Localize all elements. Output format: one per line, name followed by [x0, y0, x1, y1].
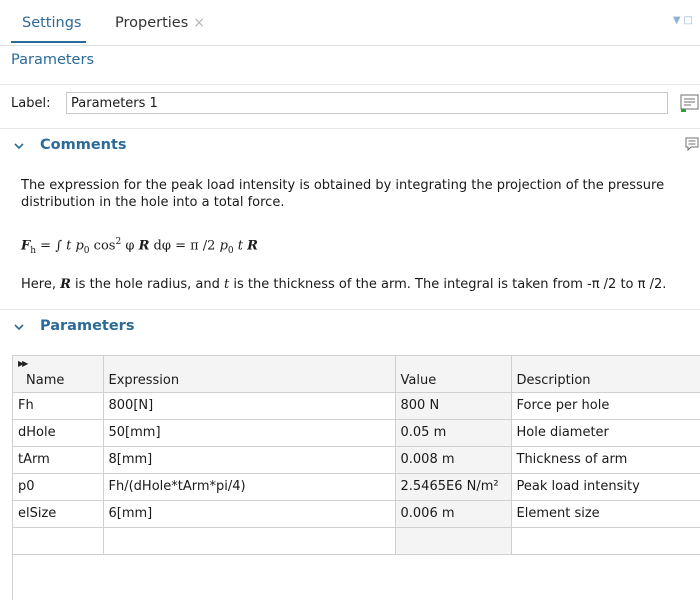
cell-expression[interactable]: 8[mm] [103, 446, 396, 474]
comments-paragraph-2: Here, R is the hole radius, and t is the… [21, 277, 666, 292]
formula-t2: t [233, 238, 248, 254]
cell-value: 2.5465E6 N/m² [395, 473, 512, 501]
cell-expression[interactable]: Fh/(dHole*tArm*pi/4) [103, 473, 396, 501]
cell-name-empty[interactable] [13, 527, 104, 555]
cell-expression-empty[interactable] [103, 527, 396, 555]
table-row[interactable]: dHole 50[mm] 0.05 m Hole diameter [13, 419, 700, 447]
section-divider [0, 309, 700, 310]
cell-description[interactable]: Hole diameter [511, 419, 700, 447]
formula-t: t [66, 238, 72, 254]
table-row[interactable]: p0 Fh/(dHole*tArm*pi/4) 2.5465E6 N/m² Pe… [13, 473, 700, 501]
cell-value: 0.008 m [395, 446, 512, 474]
formula-dphi: dφ = π /2 [149, 238, 220, 254]
label-input[interactable] [66, 92, 668, 114]
column-header-description[interactable]: Description [511, 356, 700, 393]
table-row-empty[interactable] [13, 527, 700, 555]
formula-R: R [138, 238, 150, 254]
cell-description[interactable]: Force per hole [511, 392, 700, 420]
formula-p2: p [219, 238, 228, 254]
comments-header-label: Comments [40, 137, 127, 153]
cell-name[interactable]: dHole [13, 419, 104, 447]
label-row: Label: [0, 84, 700, 129]
section-title: Parameters [11, 52, 94, 68]
cell-name[interactable]: p0 [13, 473, 104, 501]
para2-pre: Here, [21, 277, 61, 292]
formula-R2: R [247, 238, 258, 254]
label-field-label: Label: [11, 96, 51, 111]
formula-phi: φ [121, 238, 139, 254]
cell-value-empty [395, 527, 512, 555]
table-row[interactable]: Fh 800[N] 800 N Force per hole [13, 392, 700, 420]
maximize-icon[interactable]: □ [684, 15, 696, 26]
column-header-expression[interactable]: Expression [103, 356, 396, 393]
cell-description-empty[interactable] [511, 527, 700, 555]
close-icon[interactable]: × [193, 15, 205, 31]
parameters-header-label: Parameters [40, 318, 135, 334]
cell-description[interactable]: Peak load intensity [511, 473, 700, 501]
window-controls[interactable]: ▼□ [673, 15, 696, 26]
formula-cos: cos [89, 238, 116, 254]
cell-value: 0.006 m [395, 500, 512, 528]
expand-arrows-icon[interactable]: ▶▶ [18, 359, 28, 368]
cell-name[interactable]: tArm [13, 446, 104, 474]
active-tab-indicator [11, 41, 86, 43]
para2-post: is the thickness of the arm. The integra… [229, 277, 667, 292]
label-list-icon[interactable] [679, 92, 700, 114]
cell-description[interactable]: Element size [511, 500, 700, 528]
cell-expression[interactable]: 6[mm] [103, 500, 396, 528]
chevron-down-icon[interactable]: ▼ [673, 15, 684, 26]
chevron-down-icon[interactable] [12, 139, 26, 153]
tab-settings[interactable]: Settings [22, 15, 81, 31]
formula-eq1: = ∫ [36, 238, 67, 254]
formula-p: p [75, 238, 84, 254]
tab-bar: Settings Properties × ▼□ [0, 0, 700, 46]
cell-expression[interactable]: 800[N] [103, 392, 396, 420]
column-header-value[interactable]: Value [395, 356, 512, 393]
column-name-label: Name [26, 372, 65, 388]
table-row[interactable]: elSize 6[mm] 0.006 m Element size [13, 500, 700, 528]
cell-value: 0.05 m [395, 419, 512, 447]
tab-properties-label: Properties [115, 15, 189, 31]
para2-mid: is the hole radius, and [70, 277, 225, 292]
cell-name[interactable]: Fh [13, 392, 104, 420]
cell-name[interactable]: elSize [13, 500, 104, 528]
para2-R: R [60, 277, 71, 292]
cell-value: 800 N [395, 392, 512, 420]
comments-paragraph-1: The expression for the peak load intensi… [21, 178, 665, 210]
comments-formula: Fh = ∫ t p0 cos2 φ R dφ = π /2 p0 t R [21, 237, 258, 256]
table-header-row: ▶▶ Name Expression Value Description [13, 356, 700, 393]
parameters-table[interactable]: ▶▶ Name Expression Value Description Fh … [12, 355, 700, 600]
parameters-section-header[interactable]: Parameters [0, 311, 700, 345]
chevron-down-icon[interactable] [12, 320, 26, 334]
formula-lhs-var: F [21, 238, 31, 254]
comment-icon[interactable] [684, 136, 700, 152]
column-header-name[interactable]: ▶▶ Name [13, 356, 104, 393]
tab-properties[interactable]: Properties × [115, 15, 205, 31]
cell-description[interactable]: Thickness of arm [511, 446, 700, 474]
table-row[interactable]: tArm 8[mm] 0.008 m Thickness of arm [13, 446, 700, 474]
cell-expression[interactable]: 50[mm] [103, 419, 396, 447]
comments-section-header[interactable]: Comments [0, 130, 700, 164]
